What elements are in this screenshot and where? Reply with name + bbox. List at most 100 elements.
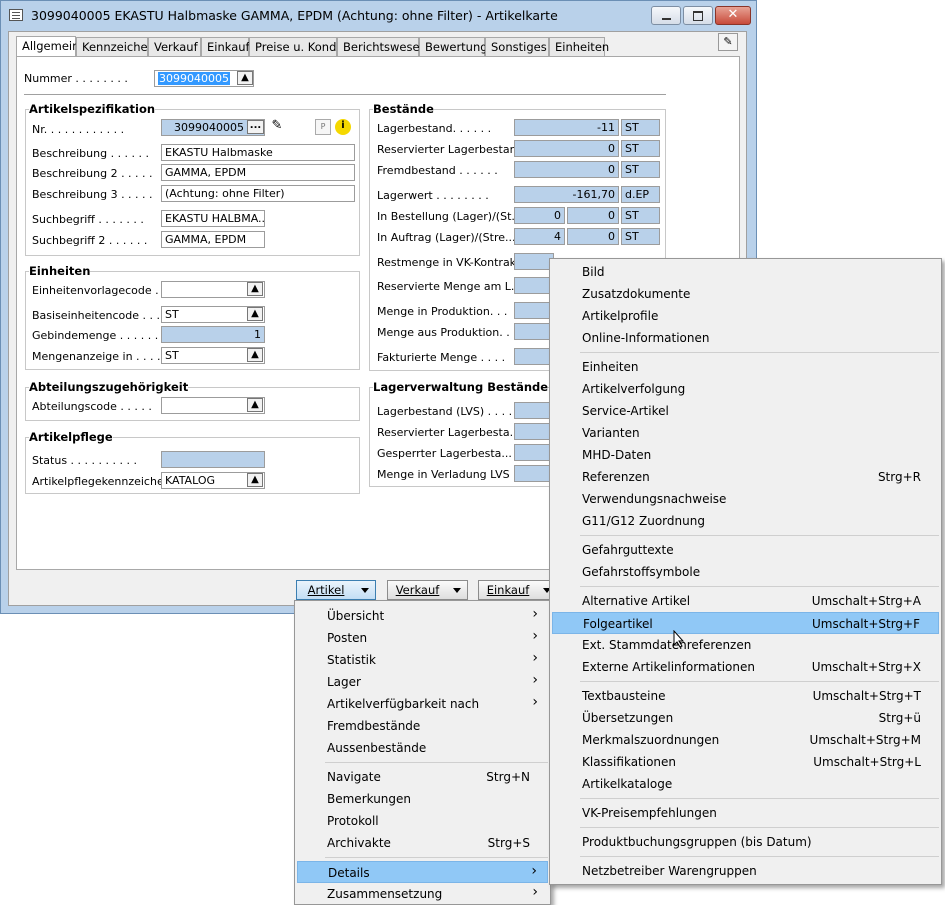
einheitenvorlagecode-lookup-button[interactable]: ▲ [247,282,263,296]
beschreibung-field[interactable]: EKASTU Halbmaske [161,144,355,161]
verkauf-menu-button[interactable]: Verkauf [387,580,468,600]
menu-item[interactable]: Einheiten [552,356,939,378]
menu-item[interactable]: Textbausteine Umschalt+Strg+T [552,685,939,707]
edit-icon[interactable]: ✎ [718,33,738,51]
menge-in-produktion-value[interactable] [514,302,554,319]
tab-berichtswesen[interactable]: Berichtswesen [337,37,427,56]
pencil-icon[interactable]: ✎ [269,119,285,135]
suchbegriff2-field[interactable]: GAMMA, EPDM [161,231,265,248]
nr-assist-button[interactable]: ... [247,120,264,134]
reservierte-menge-value[interactable] [514,277,554,294]
beschreibung2-field[interactable]: GAMMA, EPDM [161,164,355,181]
maximize-button[interactable] [683,6,713,25]
artikelpflegekennzeichen-lookup-button[interactable]: ▲ [247,473,263,487]
menu-item[interactable]: Fremdbestände [297,715,548,737]
tab-allgemein[interactable]: Allgemein [16,36,79,57]
menu-item[interactable]: Posten › [297,627,548,649]
restmenge-value[interactable] [514,253,554,270]
menu-item-label: Verwendungsnachweise [582,492,727,506]
tab-sonstiges[interactable]: Sonstiges [485,37,549,56]
artikel-menu-button[interactable]: Artikel [296,580,376,600]
fremdbestand-value[interactable]: 0 [514,161,619,178]
lvs-reserviert-value[interactable] [514,423,554,440]
menu-item[interactable]: Artikelprofile [552,305,939,327]
minimize-button[interactable] [651,6,681,25]
menu-item[interactable]: MHD-Daten [552,444,939,466]
in-auftrag-lager-value[interactable]: 4 [514,228,565,245]
title-bar[interactable]: 3099040005 EKASTU Halbmaske GAMMA, EPDM … [0,0,757,31]
menu-item[interactable]: Verwendungsnachweise [552,488,939,510]
einkauf-menu-button[interactable]: Einkauf [478,580,558,600]
mengenanzeige-lookup-button[interactable]: ▲ [247,348,263,362]
menu-item[interactable]: Ext. Stammdatenreferenzen [552,634,939,656]
menu-item[interactable]: Netzbetreiber Warengruppen [552,860,939,882]
abteilungscode-lookup-button[interactable]: ▲ [247,398,263,412]
menu-item[interactable]: Zusatzdokumente [552,283,939,305]
tab-bewertung[interactable]: Bewertung [419,37,488,56]
nummer-lookup-button[interactable]: ▲ [237,71,253,85]
lvs-lagerbestand-value[interactable] [514,402,554,419]
lvs-row-label: Gesperrter Lagerbesta... [377,447,512,460]
beschreibung3-field[interactable]: (Achtung: ohne Filter) [161,185,355,202]
menu-item[interactable]: Details › [297,861,548,883]
status-field[interactable] [161,451,265,468]
menu-item[interactable]: Navigate Strg+N [297,766,548,788]
lvs-gesperrt-value[interactable] [514,444,554,461]
menu-item[interactable]: Externe Artikelinformationen Umschalt+Str… [552,656,939,678]
menu-item[interactable]: Merkmalszuordnungen Umschalt+Strg+M [552,729,939,751]
menu-item[interactable]: Protokoll [297,810,548,832]
menu-item[interactable]: Alternative Artikel Umschalt+Strg+A [552,590,939,612]
menu-item[interactable]: Übersicht › [297,605,548,627]
in-auftrag-strecke-value[interactable]: 0 [567,228,619,245]
menu-item[interactable]: Lager › [297,671,548,693]
menu-item-label: Posten [327,631,368,645]
menu-item[interactable]: Übersetzungen Strg+ü [552,707,939,729]
lvs-verladung-value[interactable] [514,465,554,482]
suchbegriff-field[interactable]: EKASTU HALBMA... [161,210,265,227]
menge-aus-produktion-value[interactable] [514,323,554,340]
menu-item-label: Bemerkungen [327,792,412,806]
menu-item[interactable]: Artikelverfügbarkeit nach › [297,693,548,715]
in-bestellung-lager-value[interactable]: 0 [514,207,565,224]
tab-preise[interactable]: Preise u. Kond. [249,37,340,56]
menu-item[interactable]: Artikelkataloge [552,773,939,795]
menu-item[interactable]: Bild [552,261,939,283]
menu-item[interactable]: Archivakte Strg+S [297,832,548,854]
menu-item[interactable]: Klassifikationen Umschalt+Strg+L [552,751,939,773]
in-bestellung-strecke-value[interactable]: 0 [567,207,619,224]
tab-verkauf[interactable]: Verkauf [148,37,201,56]
lagerbestand-unit: ST [621,119,660,136]
p-icon[interactable]: P [315,119,331,135]
menu-item[interactable]: Gefahrguttexte [552,539,939,561]
menu-item[interactable]: G11/G12 Zuordnung [552,510,939,532]
menu-item[interactable]: Aussenbestände [297,737,548,759]
basiseinheitencode-lookup-button[interactable]: ▲ [247,307,263,321]
lagerwert-value[interactable]: -161,70 [514,186,619,203]
menu-item[interactable]: VK-Preisempfehlungen [552,802,939,824]
menu-item-label: Folgeartikel [583,617,653,631]
menu-item[interactable]: Artikelverfolgung [552,378,939,400]
fakturierte-menge-value[interactable] [514,348,554,365]
lagerbestand-value[interactable]: -11 [514,119,619,136]
fremdbestand-unit: ST [621,161,660,178]
menu-item[interactable]: Varianten [552,422,939,444]
menu-item[interactable]: Statistik › [297,649,548,671]
tab-einkauf[interactable]: Einkauf [201,37,250,56]
menu-item[interactable]: Folgeartikel Umschalt+Strg+F [552,612,939,634]
gebindemenge-field[interactable]: 1 [161,326,265,343]
info-icon[interactable]: i [335,119,351,135]
menu-item[interactable]: Zusammensetzung › [297,883,548,905]
menu-item[interactable]: Gefahrstoffsymbole [552,561,939,583]
tab-einheiten[interactable]: Einheiten [549,37,609,56]
menu-item[interactable]: Online-Informationen [552,327,939,349]
tab-kennzeichen[interactable]: Kennzeichen [76,37,155,56]
close-button[interactable]: ✕ [715,6,751,25]
menu-item[interactable]: Service-Artikel [552,400,939,422]
bestand-row-label: Restmenge in VK-Kontrakt. [377,256,524,269]
menu-item[interactable]: Bemerkungen [297,788,548,810]
menu-item[interactable]: Produktbuchungsgruppen (bis Datum) [552,831,939,853]
reservierter-lagerbestand-value[interactable]: 0 [514,140,619,157]
menu-item-label: Artikelverfolgung [582,382,686,396]
menu-item-label: Bild [582,265,605,279]
menu-item[interactable]: Referenzen Strg+R [552,466,939,488]
